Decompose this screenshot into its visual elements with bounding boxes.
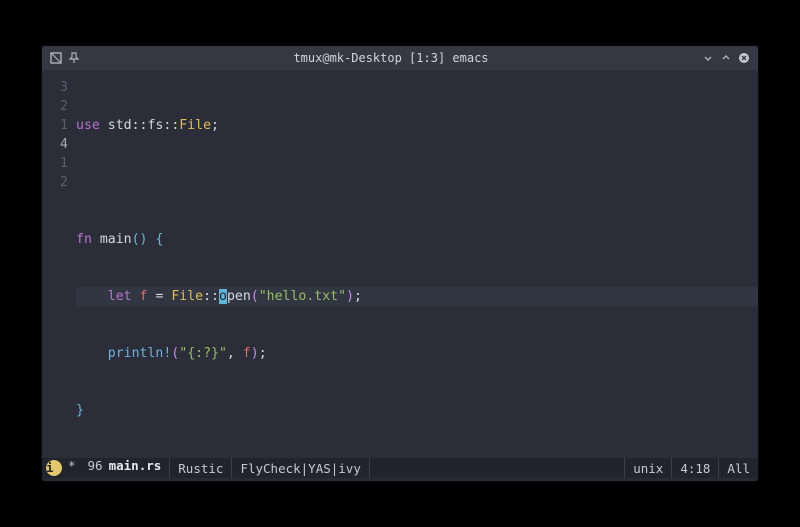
text-cursor: o	[219, 289, 227, 304]
info-icon[interactable]: i	[46, 460, 62, 476]
code-line[interactable]: use std::fs::File;	[76, 116, 758, 135]
titlebar[interactable]: tmux@mk-Desktop [1:3] emacs	[42, 46, 758, 70]
major-mode[interactable]: Rustic	[170, 458, 232, 478]
cursor-position[interactable]: 4:18	[672, 458, 719, 478]
app-menu-icon[interactable]	[50, 52, 62, 64]
scroll-percent: All	[719, 458, 758, 478]
line-number-gutter: 3 2 1 4 1 2	[42, 78, 76, 458]
code-line[interactable]: println!("{:?}", f);	[76, 344, 758, 363]
minor-modes[interactable]: FlyCheck|YAS|ivy	[232, 458, 369, 478]
line-number: 3	[42, 78, 68, 97]
minibuffer: pub fn open<P: AsRef<Path>>(path: P) -> …	[42, 478, 758, 481]
pin-icon[interactable]	[68, 52, 80, 64]
code-content[interactable]: use std::fs::File; fn main() { let f = F…	[76, 78, 758, 458]
code-line-current[interactable]: let f = File::open("hello.txt");	[76, 287, 758, 306]
modeline-spacer	[370, 458, 625, 478]
minimize-icon[interactable]	[702, 52, 714, 64]
modeline[interactable]: i * 96 main.rs Rustic FlyCheck|YAS|ivy u…	[42, 458, 758, 478]
code-line[interactable]: }	[76, 401, 758, 420]
modified-indicator: *	[66, 458, 82, 478]
code-line[interactable]: fn main() {	[76, 230, 758, 249]
terminal-window: tmux@mk-Desktop [1:3] emacs 3 2 1 4	[42, 46, 758, 481]
line-number: 1	[42, 116, 68, 135]
line-number: 2	[42, 173, 68, 192]
encoding-indicator[interactable]: unix	[625, 458, 672, 478]
code-line[interactable]	[76, 173, 758, 192]
buffer-name[interactable]: main.rs	[109, 458, 171, 478]
line-number-current: 4	[42, 135, 68, 154]
editor-area[interactable]: 3 2 1 4 1 2 use std::fs::File; fn main()…	[42, 70, 758, 458]
line-number: 1	[42, 154, 68, 173]
line-number: 2	[42, 97, 68, 116]
window-title: tmux@mk-Desktop [1:3] emacs	[80, 51, 702, 65]
buffer-size: 96	[82, 458, 109, 478]
maximize-icon[interactable]	[720, 52, 732, 64]
close-icon[interactable]	[738, 52, 750, 64]
